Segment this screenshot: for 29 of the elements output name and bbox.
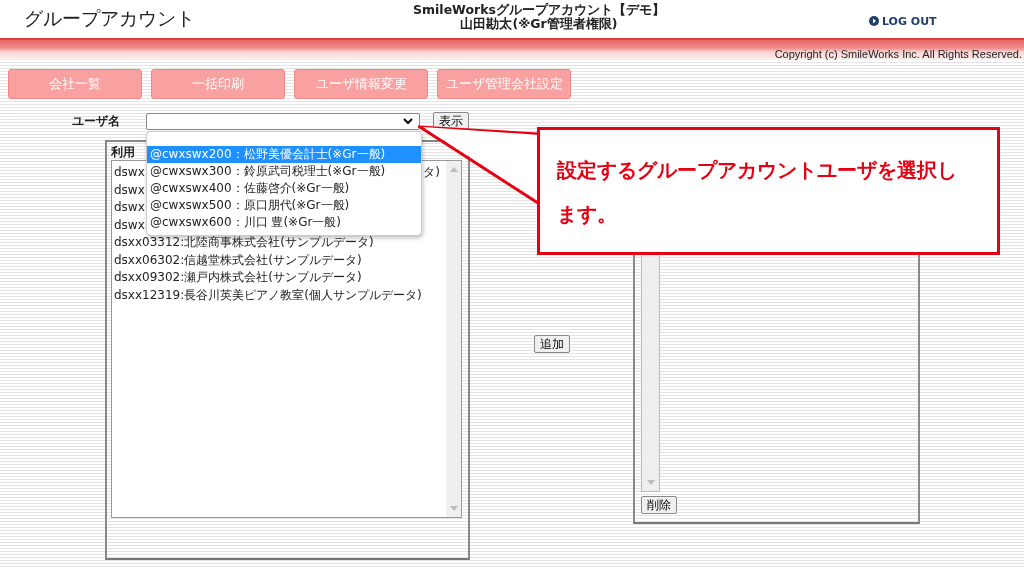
list-item[interactable]: dsxx12319:長谷川英美ピアノ教室(個人サンプルデータ)	[114, 286, 422, 304]
arrow-circle-icon	[869, 16, 879, 26]
caret-icon	[403, 117, 413, 125]
dropdown-option[interactable]: @cwxswx300：鈴原武司税理士(※Gr一般)	[147, 163, 421, 180]
scroll-down-icon[interactable]	[449, 506, 458, 511]
list-item[interactable]: dswx	[114, 199, 145, 217]
list-item[interactable]: dswx	[114, 164, 145, 182]
list-item[interactable]: dswx	[114, 216, 145, 234]
scroll-up-icon[interactable]	[449, 167, 458, 172]
user-select[interactable]	[146, 112, 420, 130]
dropdown-option[interactable]: @cwxswx500：原口朋代(※Gr一般)	[147, 197, 421, 214]
logout-link[interactable]: LOG OUT	[869, 14, 937, 28]
app-title: SmileWorksグループアカウント【デモ】	[413, 3, 665, 17]
list-item[interactable]: dsxx03312:北陸商事株式会社(サンプルデータ)	[114, 234, 374, 252]
list-item-tail: タ)	[423, 164, 441, 181]
add-button[interactable]: 追加	[533, 335, 570, 353]
scroll-down-icon[interactable]	[646, 480, 655, 485]
dropdown-option[interactable]: @cwxswx600：川口 豊(※Gr一般)	[147, 214, 421, 231]
copyright: Copyright (c) SmileWorks Inc. All Rights Reserved.	[774, 48, 1023, 60]
panel-title: 利用	[111, 146, 135, 158]
field-label: ユーザ名	[72, 112, 121, 130]
scrollbar[interactable]	[446, 161, 461, 517]
page-title: グループアカウント	[24, 6, 196, 31]
dropdown-option[interactable]: @cwxswx400：佐藤啓介(※Gr一般)	[147, 180, 421, 197]
list-item[interactable]: dswx	[114, 181, 145, 199]
user-name: 山田勘太(※Gr管理者権限)	[460, 17, 618, 31]
delete-button[interactable]: 削除	[641, 496, 677, 514]
list-item[interactable]: dsxx09302:瀬戸内株式会社(サンプルデータ)	[114, 269, 362, 287]
list-item[interactable]: dsxx06302:信越堂株式会社(サンプルデータ)	[114, 251, 362, 269]
